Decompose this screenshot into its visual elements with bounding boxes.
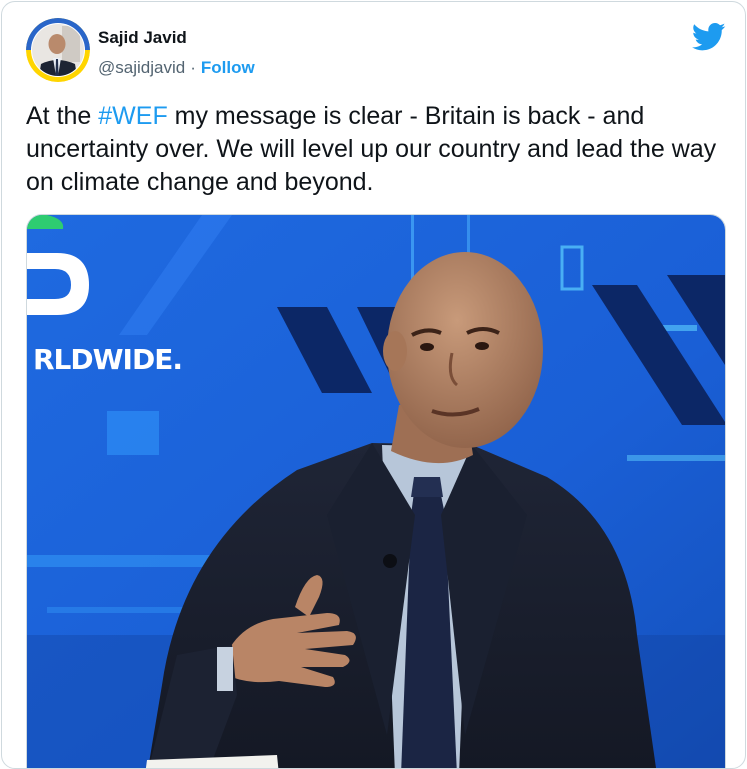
twitter-bird-icon[interactable] bbox=[692, 22, 726, 52]
backdrop-text: RLDWIDE. bbox=[33, 343, 183, 376]
avatar-image bbox=[26, 18, 90, 82]
tweet-card: Sajid Javid @sajidjavid · Follow At the #W… bbox=[1, 1, 746, 769]
author-name[interactable]: Sajid Javid bbox=[98, 28, 187, 48]
hashtag-link[interactable]: #WEF bbox=[98, 102, 167, 130]
author-handle[interactable]: @sajidjavid bbox=[98, 58, 185, 77]
avatar[interactable] bbox=[26, 18, 90, 82]
tweet-header: Sajid Javid @sajidjavid · Follow bbox=[26, 18, 726, 82]
separator-dot: · bbox=[190, 58, 196, 77]
author-meta-row: @sajidjavid · Follow bbox=[98, 58, 255, 78]
tweet-media-photo[interactable]: RLDWIDE. bbox=[26, 214, 726, 768]
tweet-text: At the #WEF my message is clear - Britai… bbox=[26, 100, 726, 199]
tweet-text-part: At the bbox=[26, 102, 99, 130]
follow-button[interactable]: Follow bbox=[201, 58, 255, 77]
photo-scene bbox=[27, 215, 725, 768]
